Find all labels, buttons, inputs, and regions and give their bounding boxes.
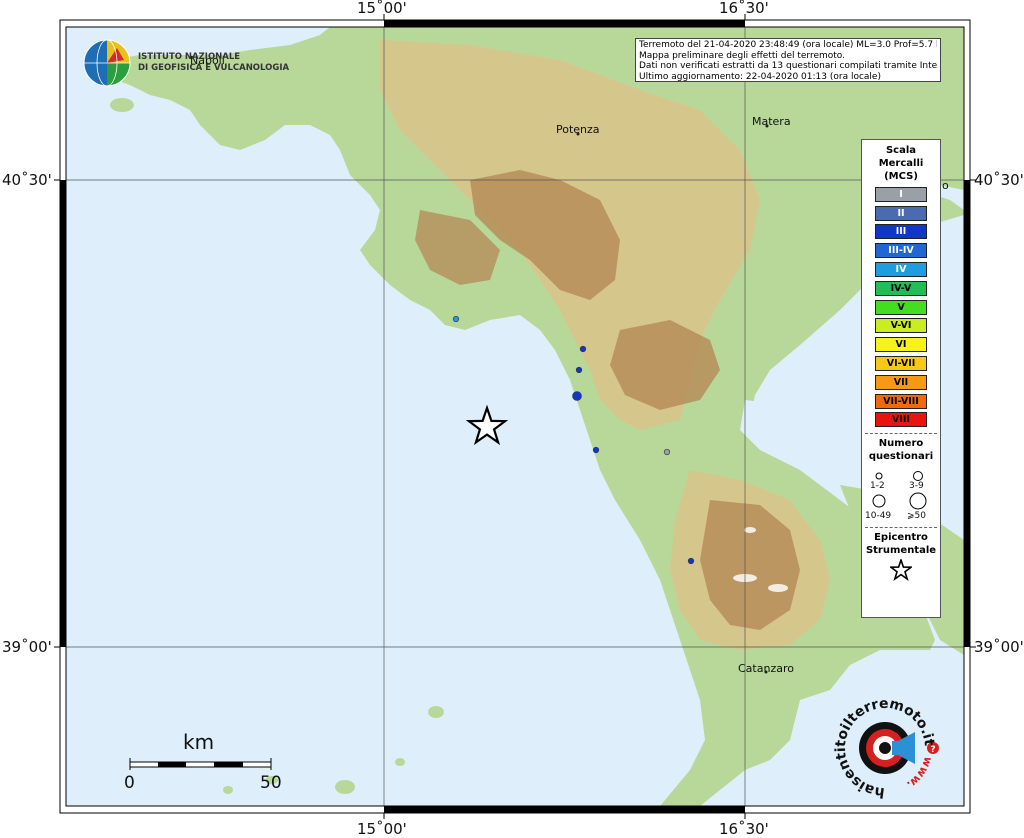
mcs-swatch-viii: VIII bbox=[875, 412, 927, 428]
badge-site-text: haisentitoilterremoto.it bbox=[833, 696, 937, 800]
mcs-swatch-ii: II bbox=[875, 205, 927, 221]
frame-bar-top bbox=[384, 20, 745, 27]
scale-start-label: 0 bbox=[124, 773, 135, 793]
badge-text-ring[interactable]: haisentitoilterremoto.it www. bbox=[825, 688, 945, 808]
mcs-swatches: I II III III-IV IV IV-V V V-VI VI VI-VII VII VII-VI… bbox=[862, 186, 940, 428]
legend-title-2: Mercalli bbox=[878, 158, 924, 169]
info-line-1: Terremoto del 21-04-2020 23:48:49 (ora l… bbox=[639, 40, 937, 50]
mcs-swatch-i: I bbox=[875, 186, 927, 202]
info-line-3: Dati non verificati estratti da 13 quest… bbox=[639, 61, 937, 71]
lat-label-left-39: 39˚00' bbox=[2, 638, 52, 656]
frame-bar-bottom bbox=[384, 806, 745, 813]
island-1 bbox=[428, 706, 444, 718]
observation-point[interactable] bbox=[575, 366, 583, 374]
observation-point[interactable] bbox=[663, 448, 671, 456]
legend-divider-1 bbox=[865, 433, 937, 435]
island-capri bbox=[110, 98, 134, 112]
legend-title: Scala Mercalli (MCS) bbox=[862, 144, 940, 183]
info-line-2: Mappa preliminare degli effetti del terr… bbox=[639, 50, 846, 61]
mcs-swatch-vii-viii: VII-VIII bbox=[875, 393, 927, 409]
peak-lake-3 bbox=[744, 527, 756, 533]
ingv-line-1: ISTITUTO NAZIONALE bbox=[138, 52, 241, 62]
size-label-10-49: 10-49 bbox=[865, 511, 892, 522]
island-3 bbox=[395, 758, 405, 766]
ingv-logo-text: ISTITUTO NAZIONALE DI GEOFISICA E VULCAN… bbox=[138, 52, 289, 74]
lon-label-bottom-15: 15˚00' bbox=[357, 820, 407, 838]
observation-point[interactable] bbox=[572, 391, 582, 401]
lat-label-left-4030: 40˚30' bbox=[2, 171, 52, 189]
legend-panel: Scala Mercalli (MCS) I II III III-IV IV IV-V V… bbox=[861, 139, 941, 618]
size-legend: 1-2 3-9 10-49 ⩾50 bbox=[862, 463, 940, 527]
lon-label-top-15: 15˚00' bbox=[357, 0, 407, 17]
badge-www-text: www. bbox=[904, 755, 934, 791]
mcs-swatch-iii-iv: III-IV bbox=[875, 243, 927, 259]
observation-point[interactable] bbox=[452, 315, 460, 323]
size-label-50: ⩾50 bbox=[907, 511, 926, 522]
lat-label-right-4030: 40˚30' bbox=[974, 171, 1024, 189]
lon-label-top-1630: 16˚30' bbox=[719, 0, 769, 17]
mcs-swatch-iv: IV bbox=[875, 261, 927, 277]
mcs-swatch-iv-v: IV-V bbox=[875, 280, 927, 296]
questionari-title-2: questionari bbox=[868, 451, 934, 463]
size-label-1-2: 1-2 bbox=[870, 481, 885, 492]
island-4 bbox=[223, 786, 233, 794]
ingv-globe-icon bbox=[83, 39, 131, 87]
questionari-title-1: Numero bbox=[878, 438, 924, 450]
mcs-swatch-vii: VII bbox=[875, 374, 927, 390]
lat-label-right-39: 39˚00' bbox=[974, 638, 1024, 656]
peak-sila-lake-2 bbox=[768, 584, 788, 592]
observation-point[interactable] bbox=[579, 345, 587, 353]
epicentro-title-2: Strumentale bbox=[865, 545, 937, 557]
observation-point[interactable] bbox=[687, 557, 695, 565]
observation-point[interactable] bbox=[592, 446, 600, 454]
mcs-swatch-iii: III bbox=[875, 224, 927, 240]
island-2 bbox=[335, 780, 355, 794]
scale-unit-label: km bbox=[183, 730, 215, 754]
legend-star-icon bbox=[890, 559, 912, 582]
mcs-swatch-vi-vii: VI-VII bbox=[875, 355, 927, 371]
event-info-box: Terremoto del 21-04-2020 23:48:49 (ora l… bbox=[635, 38, 941, 82]
city-label-catanzaro: Catanzaro bbox=[738, 662, 794, 675]
mcs-swatch-v-vi: V-VI bbox=[875, 318, 927, 334]
ingv-line-2: DI GEOFISICA E VULCANOLOGIA bbox=[138, 63, 290, 73]
city-label-potenza: Potenza bbox=[556, 123, 600, 136]
mcs-swatch-v: V bbox=[875, 299, 927, 315]
epicentro-title: Epicentro Strumentale bbox=[862, 531, 940, 557]
lon-label-bottom-1630: 16˚30' bbox=[719, 820, 769, 838]
city-label-matera: Matera bbox=[752, 115, 791, 128]
city-label-partial: o bbox=[942, 179, 949, 192]
legend-title-1: Scala bbox=[885, 145, 917, 156]
epicentro-title-1: Epicentro bbox=[874, 532, 928, 544]
legend-title-3: (MCS) bbox=[884, 171, 918, 182]
mcs-swatch-vi: VI bbox=[875, 337, 927, 353]
scale-end-label: 50 bbox=[260, 773, 282, 793]
frame-bar-left bbox=[60, 180, 66, 647]
questionari-title: Numero questionari bbox=[862, 437, 940, 463]
frame-bar-right bbox=[964, 180, 970, 647]
legend-divider-2 bbox=[865, 527, 937, 529]
size-label-3-9: 3-9 bbox=[909, 481, 924, 492]
info-line-4: Ultimo aggiornamento: 22-04-2020 01:13 (… bbox=[639, 71, 881, 82]
